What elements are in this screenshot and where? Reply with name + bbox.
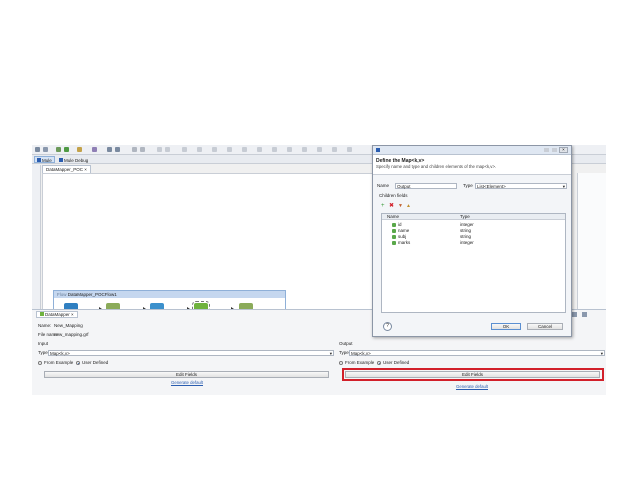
minimize-icon[interactable]: [544, 148, 549, 152]
table-header: Name Type: [382, 214, 565, 220]
field-node-icon: [392, 229, 396, 233]
toolbar-group-icon[interactable]: [257, 147, 262, 152]
file-name-value[interactable]: new_mapping.grf: [54, 332, 89, 338]
name-value[interactable]: New_Mapping: [54, 323, 83, 329]
tab-datamapper[interactable]: DataMapper ×: [36, 311, 78, 318]
run-icon[interactable]: [64, 147, 69, 152]
toolbar-group-icon[interactable]: [197, 147, 202, 152]
ide-window: Mule Mule Debug DataMapper_POC × Flow Da…: [32, 145, 606, 395]
nav-forward-icon[interactable]: [115, 147, 120, 152]
tools-icon[interactable]: [77, 147, 82, 152]
dialog-description: Specify name and type and children eleme…: [376, 164, 497, 169]
close-icon[interactable]: ×: [559, 147, 568, 153]
edit-fields-highlight: [342, 368, 604, 381]
perspective-mule-debug[interactable]: Mule Debug: [56, 156, 91, 163]
output-from-example-radio[interactable]: [339, 361, 343, 365]
input-generate-default-link[interactable]: Generate default: [152, 380, 222, 385]
mule-debug-icon: [59, 158, 63, 162]
output-type-select[interactable]: Map<k,v> ▾: [349, 350, 605, 356]
perspective-mule[interactable]: Mule: [34, 156, 55, 163]
field-node-icon: [392, 241, 396, 245]
dialog-name-input[interactable]: Output: [395, 183, 457, 189]
move-up-icon[interactable]: ▲: [406, 204, 411, 209]
save-icon[interactable]: [43, 147, 48, 152]
toolbar-group-icon[interactable]: [157, 147, 162, 152]
column-header-name: Name: [387, 214, 400, 219]
right-side-panel: [577, 173, 606, 309]
cancel-button[interactable]: Cancel: [527, 323, 563, 330]
chevron-down-icon: ▾: [600, 351, 603, 356]
new-icon[interactable]: [35, 147, 40, 152]
minimize-icon[interactable]: [572, 312, 577, 317]
toolbar-group-icon[interactable]: [165, 147, 170, 152]
toolbar-group-icon[interactable]: [242, 147, 247, 152]
toolbar-group-icon[interactable]: [317, 147, 322, 152]
input-from-example-radio[interactable]: [38, 361, 42, 365]
name-label: Name:: [38, 323, 52, 328]
field-node-icon: [392, 235, 396, 239]
input-user-defined-label: User Defined: [82, 360, 109, 365]
input-user-defined-radio[interactable]: [76, 361, 80, 365]
maximize-icon[interactable]: [552, 148, 557, 152]
toolbar-group-icon[interactable]: [140, 147, 145, 152]
mule-icon: [376, 148, 380, 152]
children-fields-table: Name Type id integer name string subj st…: [381, 213, 566, 313]
dialog-title-bar: ×: [373, 146, 571, 155]
nav-back-icon[interactable]: [107, 147, 112, 152]
close-icon[interactable]: ×: [84, 167, 87, 172]
mule-icon: [37, 158, 41, 162]
datamapper-tab-icon: [40, 312, 44, 316]
output-user-defined-radio[interactable]: [377, 361, 381, 365]
toolbar-group-icon[interactable]: [272, 147, 277, 152]
flow-header: Flow DataMapper_POCFlow1: [54, 291, 285, 298]
maximize-icon[interactable]: [582, 312, 587, 317]
chevron-down-icon: ▾: [562, 184, 565, 189]
output-from-example-label: From Example: [345, 360, 375, 365]
tab-datamapper-poc[interactable]: DataMapper_POC ×: [42, 165, 91, 173]
toolbar-group-icon[interactable]: [212, 147, 217, 152]
children-fields-label: Children fields: [379, 193, 408, 198]
output-user-defined-label: User Defined: [383, 360, 410, 365]
input-section-label: Input: [38, 341, 49, 346]
column-header-type: Type: [460, 214, 470, 219]
delete-field-icon[interactable]: ✖: [389, 203, 394, 209]
toolbar-group-icon[interactable]: [227, 147, 232, 152]
output-generate-default-link[interactable]: Generate default: [437, 384, 507, 389]
toolbar-group-icon[interactable]: [182, 147, 187, 152]
close-icon[interactable]: ×: [71, 312, 74, 317]
toolbar-group-icon[interactable]: [302, 147, 307, 152]
add-field-icon[interactable]: +: [381, 203, 385, 209]
debug-icon[interactable]: [56, 147, 61, 152]
toolbar-group-icon[interactable]: [132, 147, 137, 152]
input-from-example-label: From Example: [44, 360, 74, 365]
search-icon[interactable]: [92, 147, 97, 152]
move-down-icon[interactable]: ▼: [398, 204, 403, 209]
define-map-dialog: × Define the Map<k,v> Specify name and t…: [372, 145, 572, 337]
output-section-label: Output: [339, 341, 353, 346]
input-edit-fields-button[interactable]: Edit Fields: [44, 371, 329, 378]
dialog-header: Define the Map<k,v> Specify name and typ…: [373, 155, 571, 175]
toolbar-group-icon[interactable]: [347, 147, 352, 152]
help-icon[interactable]: ?: [383, 322, 392, 331]
dialog-type-label: Type: [463, 183, 473, 188]
toolbar-group-icon[interactable]: [332, 147, 337, 152]
ok-button[interactable]: OK: [491, 323, 521, 330]
field-node-icon: [392, 223, 396, 227]
toolbar-group-icon[interactable]: [287, 147, 292, 152]
chevron-down-icon: ▾: [329, 351, 332, 356]
dialog-name-label: Name: [377, 183, 390, 188]
table-row[interactable]: marks integer: [382, 240, 565, 246]
dialog-type-select[interactable]: List<Element> ▾: [475, 183, 567, 189]
input-type-select[interactable]: Map<k,v> ▾: [48, 350, 334, 356]
